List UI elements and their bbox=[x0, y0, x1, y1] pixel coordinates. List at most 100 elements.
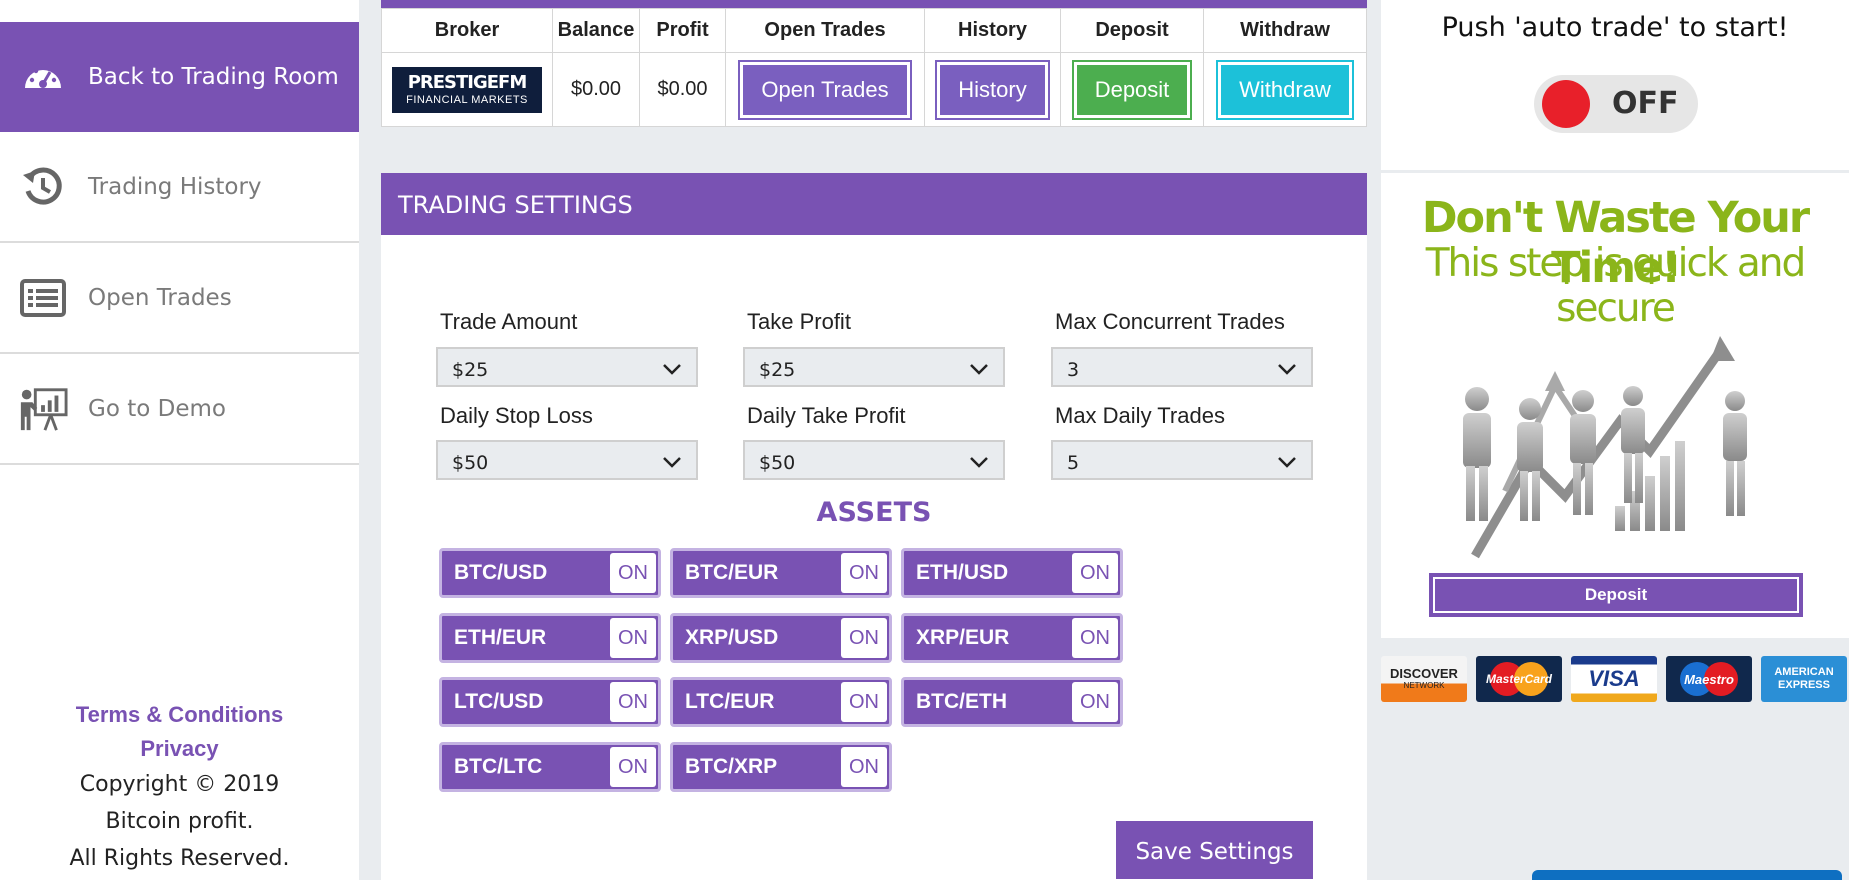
chevron-down-icon bbox=[663, 364, 681, 375]
deposit-ad-banner: Don't Waste Your Time! This step is quic… bbox=[1381, 173, 1849, 638]
max-concurrent-trades-label: Max Concurrent Trades bbox=[1055, 309, 1285, 334]
chevron-down-icon bbox=[970, 364, 988, 375]
business-growth-illustration bbox=[1463, 336, 1747, 559]
auto-trade-box: Push 'auto trade' to start! OFF bbox=[1381, 0, 1849, 170]
take-profit-label: Take Profit bbox=[747, 309, 851, 334]
withdraw-button[interactable]: Withdraw bbox=[1216, 59, 1354, 120]
chevron-down-icon bbox=[663, 457, 681, 468]
balance-value: $0.00 bbox=[552, 52, 640, 127]
take-profit-select[interactable]: $25 bbox=[743, 347, 1005, 387]
daily-take-profit-select[interactable]: $50 bbox=[743, 440, 1005, 480]
sidebar-item-open-trades[interactable]: Open Trades bbox=[0, 244, 359, 354]
broker-topbar bbox=[381, 0, 1367, 8]
history-cell: History bbox=[924, 52, 1061, 127]
maestro-card-logo: Maestro bbox=[1666, 656, 1752, 702]
asset-toggle-btc-eth[interactable]: BTC/ETH ON bbox=[901, 677, 1123, 727]
deposit-cell: Deposit bbox=[1060, 52, 1204, 127]
asset-toggle-eth-eur[interactable]: ETH/EUR ON bbox=[439, 613, 661, 663]
sidebar-footer: Terms & Conditions Privacy Copyright © 2… bbox=[0, 698, 359, 877]
broker-table-panel: Broker Balance Profit Open Trades Histor… bbox=[381, 0, 1367, 127]
header-balance: Balance bbox=[552, 8, 640, 53]
history-icon bbox=[18, 162, 68, 212]
asset-state: ON bbox=[1072, 682, 1118, 722]
asset-state: ON bbox=[610, 747, 656, 787]
asset-toggle-btc-usd[interactable]: BTC/USD ON bbox=[439, 548, 661, 598]
asset-toggle-xrp-eur[interactable]: XRP/EUR ON bbox=[901, 613, 1123, 663]
max-concurrent-trades-select[interactable]: 3 bbox=[1051, 347, 1313, 387]
asset-toggle-xrp-usd[interactable]: XRP/USD ON bbox=[670, 613, 892, 663]
trading-settings-panel: TRADING SETTINGS Trade Amount $25 Take P… bbox=[381, 173, 1367, 880]
asset-state: ON bbox=[841, 553, 887, 593]
auto-trade-toggle[interactable]: OFF bbox=[1534, 75, 1698, 133]
profit-value: $0.00 bbox=[639, 52, 726, 127]
asset-state: ON bbox=[610, 682, 656, 722]
header-history: History bbox=[924, 8, 1061, 53]
broker-cell: PRESTIGEFM FINANCIAL MARKETS bbox=[381, 52, 553, 127]
payment-cards: DISCOVER NETWORK MasterCard VISA Maestro… bbox=[1381, 656, 1847, 702]
terms-link[interactable]: Terms & Conditions bbox=[0, 698, 359, 732]
asset-state: ON bbox=[610, 618, 656, 658]
daily-stop-loss-label: Daily Stop Loss bbox=[440, 403, 593, 428]
asset-state: ON bbox=[841, 618, 887, 658]
sidebar: Back to Trading Room Trading History Ope… bbox=[0, 0, 359, 880]
max-daily-trades-select[interactable]: 5 bbox=[1051, 440, 1313, 480]
header-profit: Profit bbox=[639, 8, 726, 53]
asset-toggle-eth-usd[interactable]: ETH/USD ON bbox=[901, 548, 1123, 598]
header-withdraw: Withdraw bbox=[1203, 8, 1367, 53]
bottom-blue-bar bbox=[1532, 870, 1842, 880]
chevron-down-icon bbox=[970, 457, 988, 468]
auto-trade-prompt: Push 'auto trade' to start! bbox=[1441, 12, 1789, 43]
copyright-text: Copyright © 2019 bbox=[79, 772, 280, 797]
save-settings-button[interactable]: Save Settings bbox=[1116, 821, 1313, 879]
sidebar-item-label: Back to Trading Room bbox=[88, 64, 339, 90]
presentation-icon bbox=[18, 384, 68, 434]
asset-state: ON bbox=[841, 682, 887, 722]
header-broker: Broker bbox=[381, 8, 553, 53]
list-icon bbox=[18, 273, 68, 323]
daily-stop-loss-select[interactable]: $50 bbox=[436, 440, 698, 480]
header-open-trades: Open Trades bbox=[725, 8, 925, 53]
rights-text: All Rights Reserved. bbox=[69, 846, 290, 871]
deposit-button[interactable]: Deposit bbox=[1071, 59, 1193, 120]
table-header-row: Broker Balance Profit Open Trades Histor… bbox=[381, 8, 1367, 53]
assets-title: ASSETS bbox=[816, 497, 932, 528]
sidebar-item-label: Go to Demo bbox=[88, 396, 226, 422]
asset-toggle-btc-ltc[interactable]: BTC/LTC ON bbox=[439, 742, 661, 792]
mastercard-logo: MasterCard bbox=[1476, 656, 1562, 702]
withdraw-cell: Withdraw bbox=[1203, 52, 1367, 127]
visa-card-logo: VISA bbox=[1571, 656, 1657, 702]
header-deposit: Deposit bbox=[1060, 8, 1204, 53]
broker-logo: PRESTIGEFM FINANCIAL MARKETS bbox=[392, 66, 542, 113]
sidebar-item-label: Open Trades bbox=[88, 285, 232, 311]
auto-trade-state: OFF bbox=[1612, 86, 1679, 121]
max-daily-trades-label: Max Daily Trades bbox=[1055, 403, 1225, 428]
history-button[interactable]: History bbox=[935, 59, 1050, 120]
chevron-down-icon bbox=[1278, 364, 1296, 375]
table-row: PRESTIGEFM FINANCIAL MARKETS $0.00 $0.00… bbox=[381, 52, 1367, 127]
broker-table: Broker Balance Profit Open Trades Histor… bbox=[381, 8, 1367, 127]
trade-amount-label: Trade Amount bbox=[440, 309, 578, 334]
discover-card-logo: DISCOVER NETWORK bbox=[1381, 656, 1467, 702]
open-trades-cell: Open Trades bbox=[725, 52, 925, 127]
asset-toggle-btc-xrp[interactable]: BTC/XRP ON bbox=[670, 742, 892, 792]
asset-state: ON bbox=[610, 553, 656, 593]
sidebar-item-label: Trading History bbox=[88, 174, 262, 200]
trade-amount-select[interactable]: $25 bbox=[436, 347, 698, 387]
company-text: Bitcoin profit. bbox=[105, 809, 254, 834]
asset-toggle-ltc-usd[interactable]: LTC/USD ON bbox=[439, 677, 661, 727]
asset-state: ON bbox=[1072, 553, 1118, 593]
amex-card-logo: AMERICAN EXPRESS bbox=[1761, 656, 1847, 702]
chevron-down-icon bbox=[1278, 457, 1296, 468]
asset-toggle-btc-eur[interactable]: BTC/EUR ON bbox=[670, 548, 892, 598]
ad-deposit-button[interactable]: Deposit bbox=[1429, 573, 1803, 617]
trading-settings-title: TRADING SETTINGS bbox=[381, 173, 1367, 235]
sidebar-item-trading-history[interactable]: Trading History bbox=[0, 133, 359, 243]
sidebar-item-go-to-demo[interactable]: Go to Demo bbox=[0, 355, 359, 465]
open-trades-button[interactable]: Open Trades bbox=[738, 59, 912, 120]
sidebar-item-trading-room[interactable]: Back to Trading Room bbox=[0, 22, 359, 132]
asset-state: ON bbox=[1072, 618, 1118, 658]
asset-state: ON bbox=[841, 747, 887, 787]
asset-toggle-ltc-eur[interactable]: LTC/EUR ON bbox=[670, 677, 892, 727]
privacy-link[interactable]: Privacy bbox=[0, 732, 359, 766]
daily-take-profit-label: Daily Take Profit bbox=[747, 403, 906, 428]
